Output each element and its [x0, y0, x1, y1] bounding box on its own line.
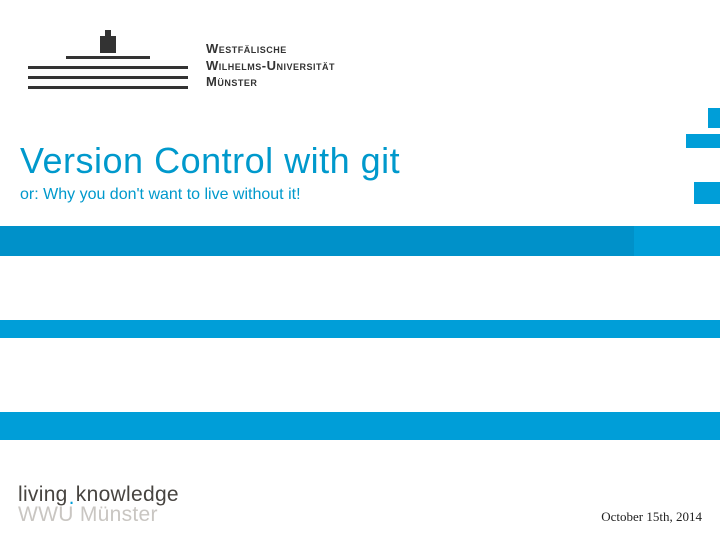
slide-title: Version Control with git [20, 140, 400, 182]
accent-bar-icon [686, 134, 720, 148]
dot-icon: . [68, 486, 76, 509]
divider-bar-icon [0, 412, 720, 440]
divider-bar-icon [0, 320, 720, 338]
header: Westfälische Wilhelms-Universität Münste… [28, 26, 335, 90]
slide-subtitle: or: Why you don't want to live without i… [20, 186, 400, 204]
wwu-logo-icon [28, 26, 188, 90]
title-block: Version Control with git or: Why you don… [20, 140, 400, 204]
university-name: Westfälische Wilhelms-Universität Münste… [206, 41, 335, 90]
accent-bar-icon [708, 108, 720, 128]
university-name-line2: Wilhelms-Universität [206, 58, 335, 74]
institution: WWU Münster [18, 503, 179, 527]
university-name-line1: Westfälische [206, 41, 335, 57]
footer-date: October 15th, 2014 [601, 509, 702, 525]
accent-bar-icon [694, 182, 720, 204]
divider-bar-overlay-icon [0, 226, 634, 256]
university-name-line3: Münster [206, 74, 335, 90]
slide: Westfälische Wilhelms-Universität Münste… [0, 0, 720, 541]
footer-left: living.knowledge WWU Münster [18, 483, 179, 527]
